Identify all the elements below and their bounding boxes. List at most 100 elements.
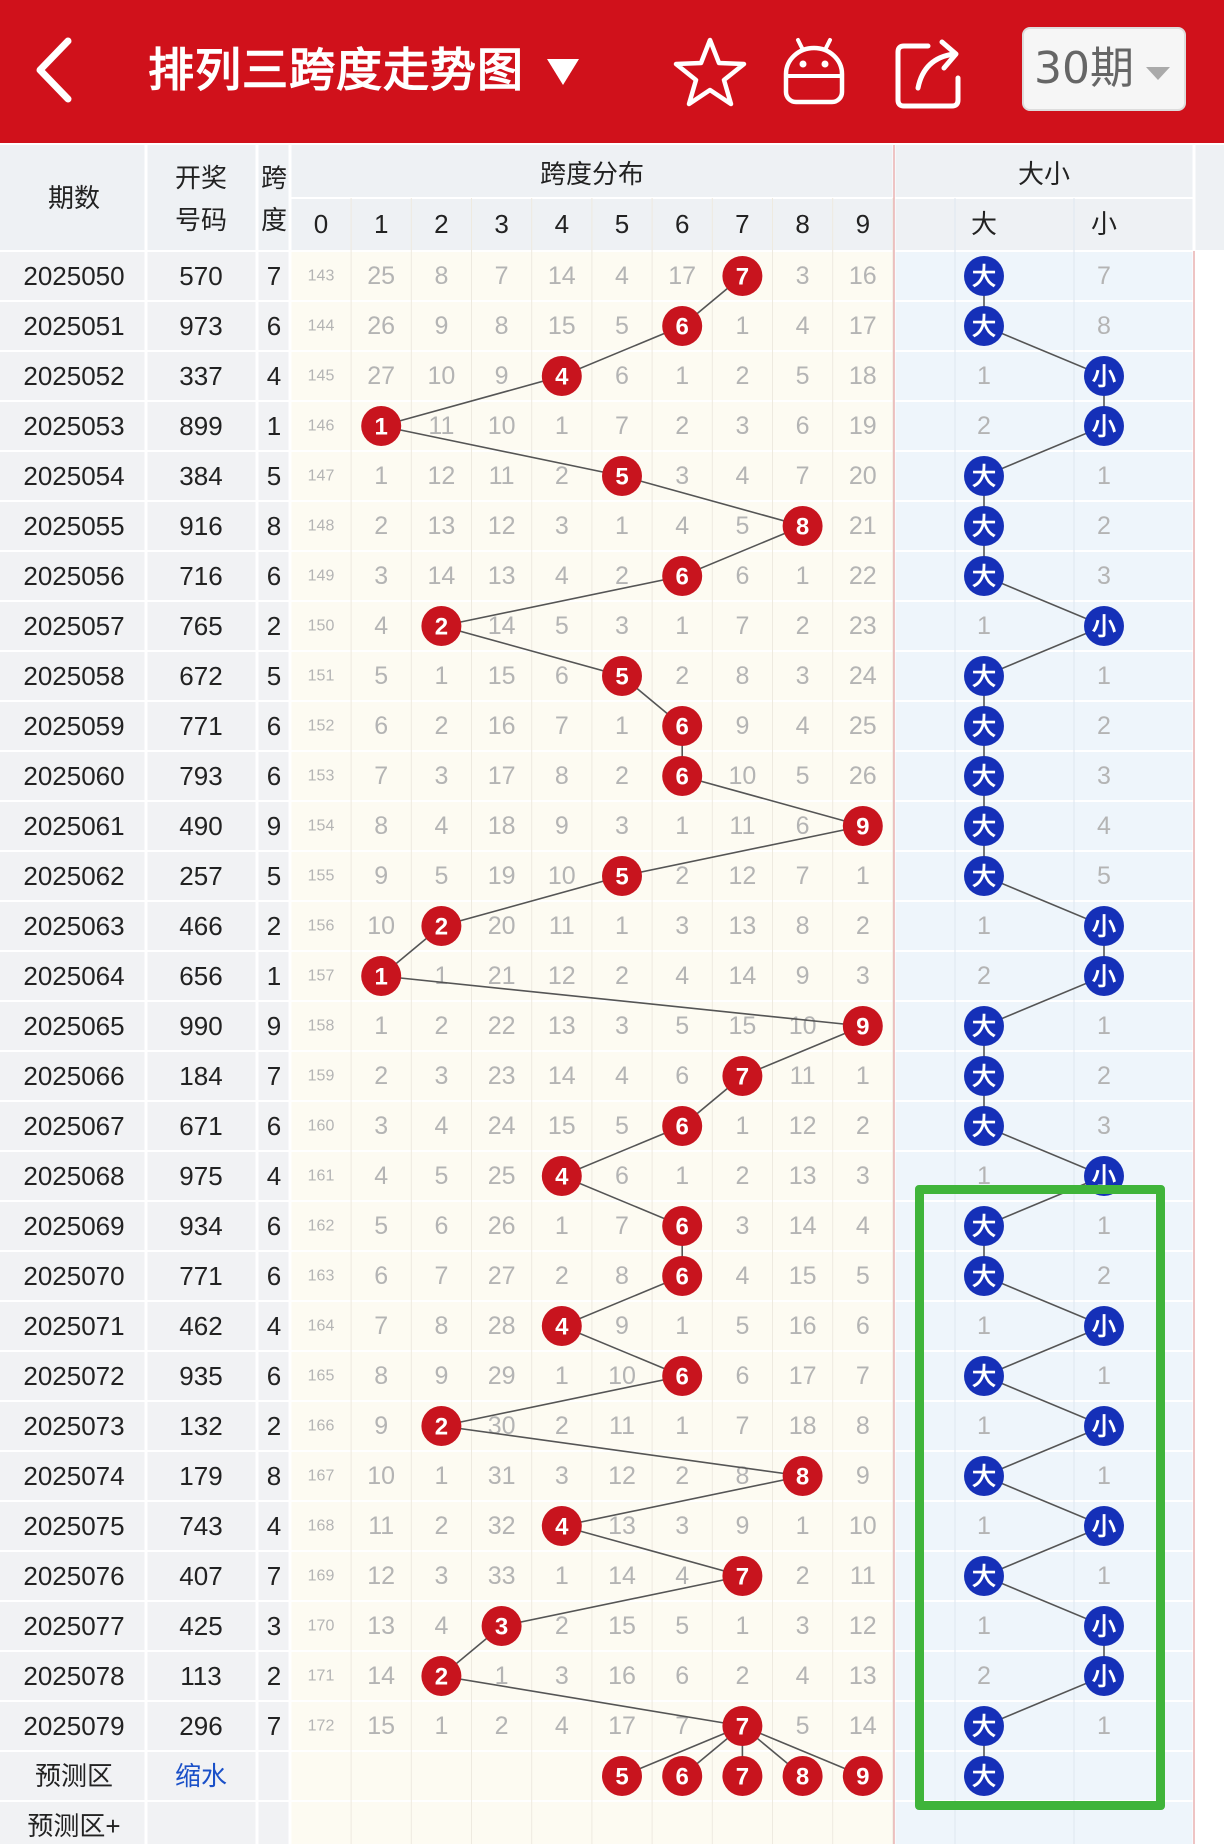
span-ball-label: 3 bbox=[495, 1614, 508, 1641]
miss-count: 15 bbox=[608, 1612, 636, 1640]
miss-count: 156 bbox=[308, 918, 335, 935]
miss-count: 10 bbox=[548, 862, 576, 890]
number-cell: 257 bbox=[179, 861, 222, 891]
size-ball-label: 大 bbox=[972, 814, 996, 841]
miss-count: 3 bbox=[555, 1462, 569, 1490]
issue-cell: 2025064 bbox=[23, 961, 124, 991]
miss-count: 8 bbox=[615, 1262, 629, 1290]
period-selector[interactable]: 30期 bbox=[1022, 27, 1186, 111]
highlight-box bbox=[915, 1185, 1165, 1810]
miss-count: 1 bbox=[434, 662, 448, 690]
miss-count: 9 bbox=[796, 962, 810, 990]
miss-count: 2 bbox=[735, 1162, 749, 1190]
miss-count: 155 bbox=[308, 868, 335, 885]
number-cell: 771 bbox=[179, 1261, 222, 1291]
miss-count: 4 bbox=[735, 1262, 749, 1290]
number-cell: 671 bbox=[179, 1111, 222, 1141]
size-miss-count: 1 bbox=[1097, 462, 1111, 490]
span-column-header: 8 bbox=[795, 209, 809, 239]
miss-count: 18 bbox=[488, 812, 516, 840]
miss-count: 7 bbox=[796, 862, 810, 890]
back-arrow-icon[interactable] bbox=[30, 35, 80, 105]
number-cell: 462 bbox=[179, 1311, 222, 1341]
span-cell: 6 bbox=[267, 1261, 281, 1291]
size-ball-label: 大 bbox=[972, 514, 996, 541]
number-cell: 132 bbox=[179, 1411, 222, 1441]
miss-count: 10 bbox=[427, 362, 455, 390]
android-robot-icon[interactable] bbox=[772, 30, 856, 114]
size-miss-count: 2 bbox=[977, 962, 991, 990]
span-ball-label: 2 bbox=[435, 1664, 448, 1691]
miss-count: 11 bbox=[729, 812, 755, 840]
size-miss-count: 3 bbox=[1097, 762, 1111, 790]
miss-count: 167 bbox=[308, 1468, 335, 1485]
miss-count: 12 bbox=[427, 462, 455, 490]
miss-count: 6 bbox=[735, 562, 749, 590]
miss-count: 12 bbox=[608, 1462, 636, 1490]
number-cell: 793 bbox=[179, 761, 222, 791]
miss-count: 12 bbox=[728, 862, 756, 890]
span-ball-label: 4 bbox=[555, 1164, 569, 1191]
miss-count: 1 bbox=[434, 1712, 448, 1740]
size-ball-label: 大 bbox=[972, 664, 996, 691]
page-title[interactable]: 排列三跨度走势图 bbox=[148, 40, 524, 100]
miss-count: 6 bbox=[796, 812, 810, 840]
span-cell: 8 bbox=[267, 1461, 281, 1491]
span-ball-label: 6 bbox=[676, 1364, 689, 1391]
miss-count: 6 bbox=[374, 1262, 388, 1290]
miss-count: 3 bbox=[374, 1112, 388, 1140]
span-cell: 8 bbox=[267, 511, 281, 541]
miss-count: 5 bbox=[434, 862, 448, 890]
size-ball-label: 小 bbox=[1092, 914, 1116, 941]
miss-count: 2 bbox=[495, 1712, 509, 1740]
number-cell: 716 bbox=[179, 561, 222, 591]
dropdown-triangle-icon[interactable] bbox=[545, 55, 581, 89]
miss-count: 16 bbox=[608, 1662, 636, 1690]
star-icon[interactable] bbox=[668, 30, 752, 114]
miss-count: 4 bbox=[374, 1162, 388, 1190]
miss-count: 7 bbox=[735, 1412, 749, 1440]
miss-count: 13 bbox=[367, 1612, 395, 1640]
miss-count: 163 bbox=[308, 1268, 335, 1285]
miss-count: 7 bbox=[555, 712, 569, 740]
miss-count: 10 bbox=[367, 1462, 395, 1490]
miss-count: 1 bbox=[735, 1612, 749, 1640]
miss-count: 14 bbox=[367, 1662, 395, 1690]
span-cell: 3 bbox=[267, 1611, 281, 1641]
miss-count: 1 bbox=[856, 862, 870, 890]
span-cell: 5 bbox=[267, 861, 281, 891]
issue-cell: 2025054 bbox=[23, 461, 124, 491]
app-header: 排列三跨度走势图 30期 bbox=[0, 0, 1224, 143]
miss-count: 16 bbox=[488, 712, 516, 740]
miss-count: 15 bbox=[367, 1712, 395, 1740]
miss-count: 152 bbox=[308, 718, 335, 735]
span-cell: 5 bbox=[267, 661, 281, 691]
span-ball-label: 9 bbox=[856, 814, 869, 841]
span-cell: 5 bbox=[267, 461, 281, 491]
miss-count: 1 bbox=[374, 462, 388, 490]
miss-count: 12 bbox=[548, 962, 576, 990]
miss-count: 12 bbox=[849, 1612, 877, 1640]
miss-count: 12 bbox=[789, 1112, 817, 1140]
number-cell: 179 bbox=[179, 1461, 222, 1491]
issue-cell: 2025065 bbox=[23, 1011, 124, 1041]
issue-cell: 2025063 bbox=[23, 911, 124, 941]
miss-count: 6 bbox=[374, 712, 388, 740]
miss-count: 2 bbox=[615, 962, 629, 990]
span-cell: 1 bbox=[267, 411, 281, 441]
miss-count: 5 bbox=[675, 1612, 689, 1640]
miss-count: 1 bbox=[434, 1462, 448, 1490]
prediction-ball-label: 5 bbox=[615, 1764, 628, 1791]
miss-count: 1 bbox=[675, 362, 689, 390]
miss-count: 1 bbox=[675, 1312, 689, 1340]
miss-count: 144 bbox=[308, 318, 335, 335]
size-header: 大小 bbox=[1018, 159, 1070, 189]
span-cell: 6 bbox=[267, 1361, 281, 1391]
size-miss-count: 1 bbox=[977, 612, 991, 640]
miss-count: 2 bbox=[615, 762, 629, 790]
miss-count: 1 bbox=[675, 1412, 689, 1440]
miss-count: 20 bbox=[849, 462, 877, 490]
span-ball-label: 6 bbox=[676, 764, 689, 791]
miss-count: 5 bbox=[856, 1262, 870, 1290]
share-icon[interactable] bbox=[888, 30, 972, 114]
